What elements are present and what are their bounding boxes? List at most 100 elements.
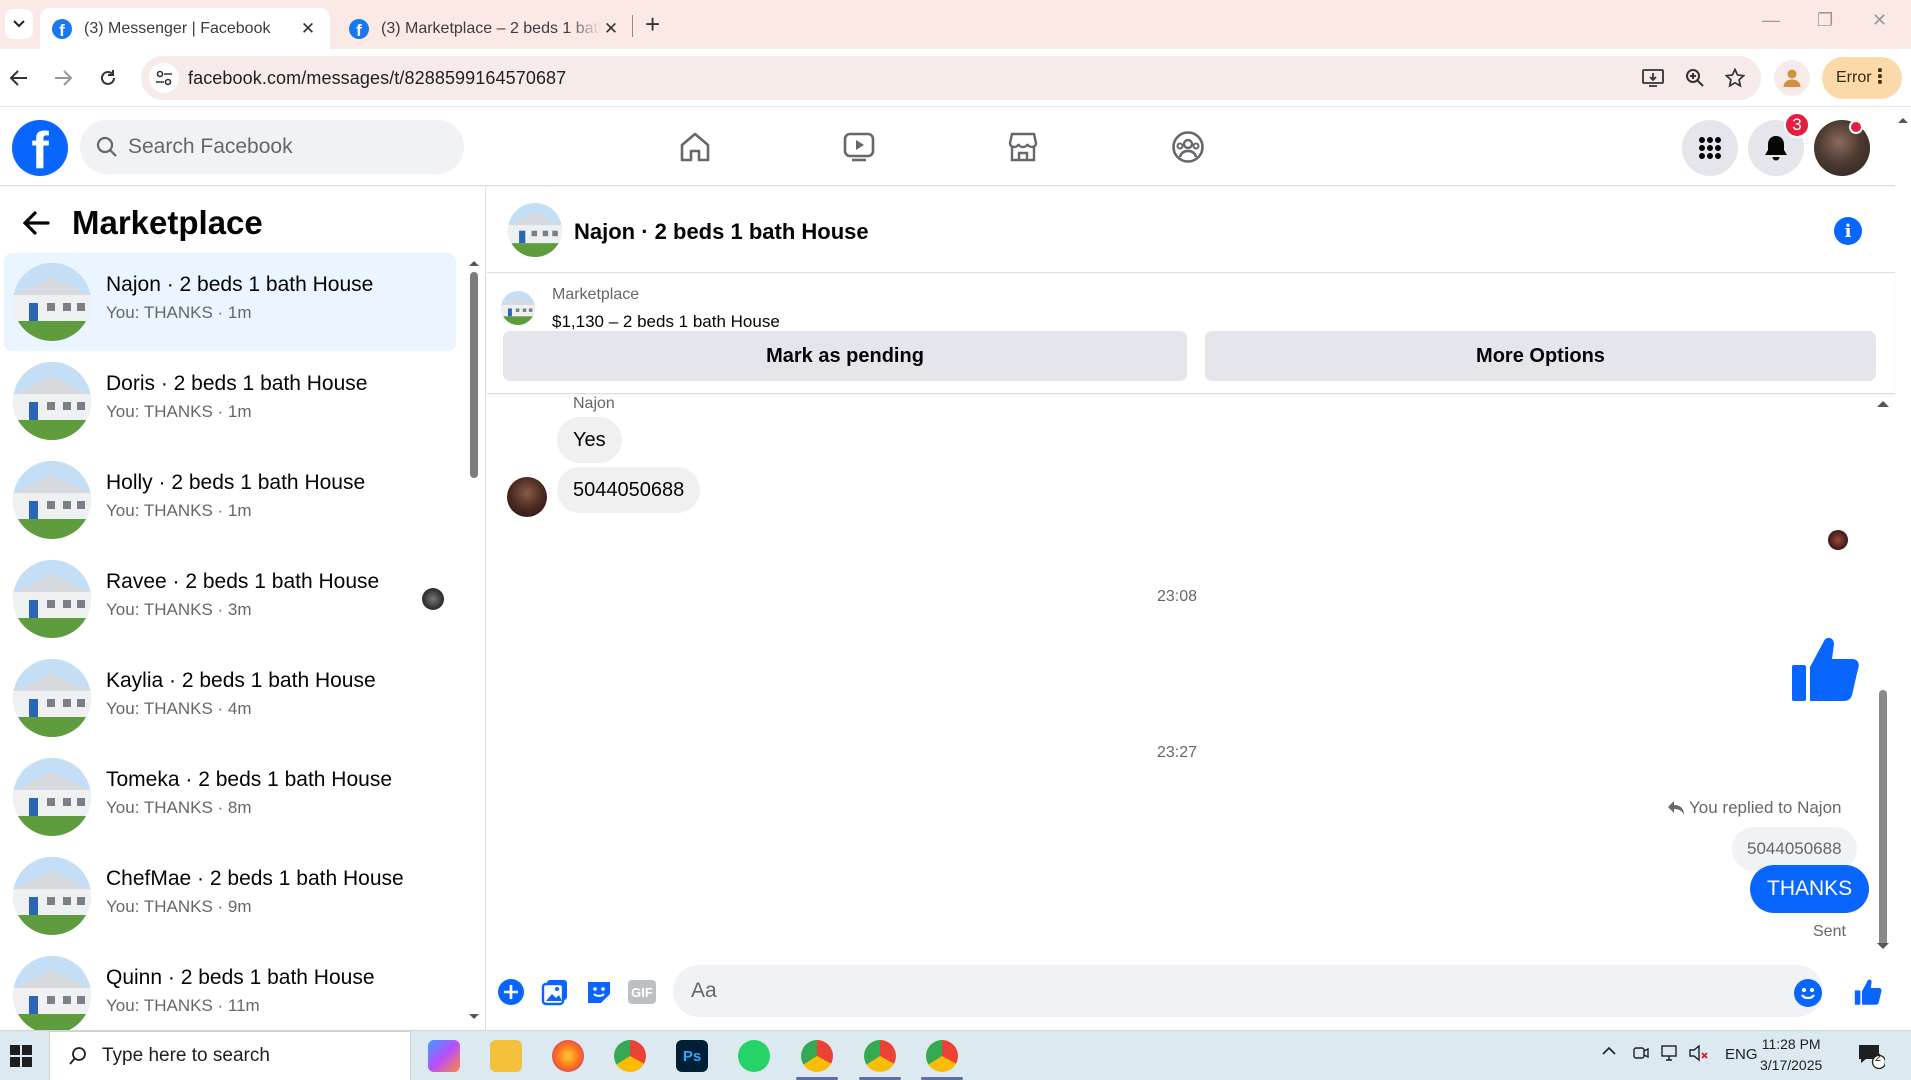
conversation-item[interactable]: Tomeka · 2 beds 1 bath House You: THANKS… [4,748,456,846]
photoshop-app-icon[interactable]: Ps [676,1040,708,1072]
scrollbar-thumb[interactable] [1879,690,1887,947]
sender-avatar[interactable] [507,477,547,517]
gif-button[interactable]: GIF [628,980,656,1004]
close-window-icon[interactable]: ✕ [1872,10,1887,31]
meet-now-icon[interactable] [1632,1044,1650,1062]
listing-avatar[interactable] [508,203,562,257]
message-timestamp: 23:08 [1156,588,1198,605]
conversation-item[interactable]: Holly · 2 beds 1 bath House You: THANKS … [4,451,456,549]
conversation-list-scrollbar[interactable] [466,257,482,1027]
conversation-item[interactable]: Najon · 2 beds 1 bath House You: THANKS … [4,253,456,351]
emoji-button[interactable] [1794,979,1822,1007]
tab-search-button[interactable] [5,9,33,39]
more-options-button[interactable]: More Options [1205,331,1876,381]
notification-badge: 3 [1784,112,1810,138]
back-arrow-icon[interactable] [22,210,50,236]
search-icon [96,136,117,157]
conversation-name: Quinn · 2 beds 1 bath House [106,966,375,989]
incoming-message[interactable]: 5044050688 [557,467,701,513]
chrome-profile-app-icon[interactable] [801,1040,833,1072]
minimize-window-icon[interactable]: — [1762,10,1780,31]
close-tab-icon[interactable]: ✕ [601,19,621,39]
install-app-icon[interactable] [1641,66,1665,90]
sticker-button[interactable] [584,977,614,1007]
url-text: facebook.com/messages/t/8288599164570687 [188,68,567,88]
conversation-item[interactable]: Quinn · 2 beds 1 bath House You: THANKS … [4,946,456,1030]
clock-time: 11:28 PM [1761,1036,1821,1052]
browser-tab-marketplace[interactable]: f (3) Marketplace – 2 beds 1 bath House … [337,8,633,49]
nav-video-button[interactable] [824,124,894,170]
conversation-item[interactable]: ChefMae · 2 beds 1 bath House You: THANK… [4,847,456,945]
scroll-up-icon[interactable] [466,257,482,269]
scroll-up-icon[interactable] [1895,114,1911,126]
taskbar-clock[interactable]: 11:28 PM 3/17/2025 [1760,1034,1822,1076]
error-label: Error [1836,69,1872,86]
conversation-name: Ravee · 2 beds 1 bath House [106,570,380,593]
browser-profile-button[interactable] [1774,60,1810,96]
conversation-item[interactable]: Doris · 2 beds 1 bath House You: THANKS … [4,352,456,450]
chrome-profile-app-icon[interactable] [864,1040,896,1072]
conversation-item[interactable]: Kaylia · 2 beds 1 bath House You: THANKS… [4,649,456,747]
reload-button[interactable] [93,63,123,93]
listing-price-title[interactable]: $1,130 – 2 beds 1 bath House [552,312,780,332]
facebook-search-input[interactable]: Search Facebook [80,120,464,174]
network-icon[interactable] [1660,1044,1680,1062]
nav-marketplace-button[interactable] [988,124,1058,170]
conversation-preview: You: THANKS · 11m [106,996,260,1015]
windows-start-icon[interactable] [10,1045,32,1067]
bookmark-star-icon[interactable] [1723,66,1747,90]
close-tab-icon[interactable]: ✕ [298,19,318,39]
thumbs-up-message-icon[interactable] [1790,635,1860,703]
scroll-down-icon[interactable] [1874,940,1892,952]
chat-title[interactable]: Najon · 2 beds 1 bath House [574,219,869,245]
file-explorer-app-icon[interactable] [490,1040,522,1072]
more-actions-button[interactable] [496,977,526,1007]
chrome-profile-app-icon[interactable] [926,1040,958,1072]
arrow-left-icon [9,70,27,86]
language-indicator[interactable]: ENG [1725,1046,1758,1063]
listing-card: Marketplace $1,130 – 2 beds 1 bath House… [487,274,1895,394]
info-icon[interactable]: i [1834,217,1862,245]
new-tab-button[interactable]: + [645,10,660,38]
read-receipt-avatar [1828,530,1848,550]
scrollbar-thumb[interactable] [470,272,478,478]
page-scrollbar[interactable] [1895,108,1911,1030]
message-input[interactable]: Aa [673,965,1823,1017]
show-hidden-icons-button[interactable] [1601,1046,1617,1056]
nav-groups-button[interactable] [1153,124,1223,170]
restore-window-icon[interactable]: ❐ [1817,10,1833,31]
menu-grid-button[interactable] [1682,120,1738,176]
outgoing-message[interactable]: THANKS [1750,865,1870,913]
notification-center-button[interactable]: 2 [1857,1043,1885,1069]
listing-thumbnail [13,857,91,935]
conversation-preview: You: THANKS · 3m [106,600,252,619]
firefox-app-icon[interactable] [552,1040,584,1072]
address-bar[interactable]: facebook.com/messages/t/8288599164570687 [141,56,1761,100]
taskbar-search-input[interactable]: Type here to search [49,1031,411,1080]
facebook-logo-icon[interactable]: f [12,120,68,176]
scroll-up-icon[interactable] [1874,398,1892,410]
nav-home-button[interactable] [660,124,730,170]
browser-error-menu-button[interactable]: Error ⋮ [1822,57,1902,99]
back-button[interactable] [4,63,34,93]
site-info-button[interactable] [149,63,179,93]
zoom-icon[interactable] [1683,66,1707,90]
send-like-button[interactable] [1853,977,1883,1007]
scroll-down-icon[interactable] [466,1011,482,1023]
mark-as-pending-button[interactable]: Mark as pending [503,331,1187,381]
volume-muted-icon[interactable] [1688,1044,1710,1062]
page-title: Marketplace [72,204,263,241]
attach-photo-button[interactable] [540,977,570,1007]
whatsapp-app-icon[interactable] [738,1040,770,1072]
listing-thumbnail[interactable] [501,291,535,325]
copilot-app-icon[interactable] [428,1040,460,1072]
forward-button[interactable] [48,63,78,93]
notification-count: 2 [1875,1052,1882,1064]
marketplace-header: Marketplace [22,204,263,242]
incoming-message[interactable]: Yes [557,417,622,463]
tab-divider [632,15,633,37]
conversation-item[interactable]: Ravee · 2 beds 1 bath House You: THANKS … [4,550,456,648]
chrome-app-icon[interactable] [614,1040,646,1072]
browser-tab-messenger[interactable]: f (3) Messenger | Facebook ✕ [40,8,330,49]
chat-scrollbar[interactable] [1874,395,1892,955]
